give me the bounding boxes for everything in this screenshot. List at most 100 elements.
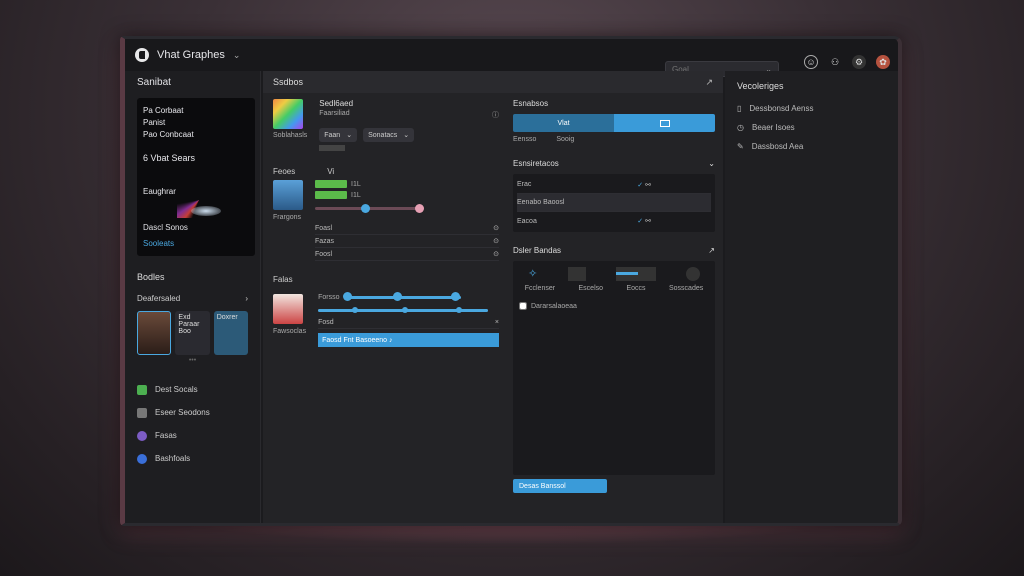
slider-knob[interactable] [456, 307, 463, 313]
target-icon[interactable]: ⊙ [493, 250, 499, 258]
hero-line: Pao Conbcaat [143, 130, 194, 139]
settings-icon[interactable]: ⚙ [852, 55, 866, 69]
connect-title: Esnsiretacos [513, 159, 559, 168]
connect-row[interactable]: Eenabo Baoosl [517, 194, 711, 212]
expand-icon[interactable]: ↗ [708, 246, 715, 255]
image-icon[interactable] [567, 267, 586, 281]
connect-row[interactable]: Erac ✓ ⚯ [517, 176, 711, 194]
slider-knob[interactable] [352, 307, 359, 313]
check-icon[interactable]: ✓ [637, 182, 643, 189]
option-checkbox[interactable] [519, 302, 527, 310]
group-icon[interactable]: ⚇ [828, 55, 842, 69]
check-icon[interactable]: ✓ [637, 218, 643, 225]
sidebar-title: Sanibat [137, 77, 171, 88]
blend-dropdown[interactable]: Faan ⌄ [319, 128, 358, 142]
connect-row[interactable]: Eacoa ✓ ⚯ [517, 212, 711, 230]
right-item-label: Beaer Isoes [751, 123, 795, 132]
subsection-row[interactable]: Deafersaled › [137, 294, 248, 303]
fades-caption: Fawsoclas [273, 328, 307, 335]
expand-icon[interactable]: ↗ [705, 77, 713, 88]
slider-knob[interactable] [393, 292, 403, 301]
color-header: Dsler Bandas ↗ [513, 246, 715, 255]
sidebar-item[interactable]: Eseer Seodons [137, 401, 248, 424]
target-icon[interactable]: ⊙ [493, 224, 499, 232]
right-list-item[interactable]: ▯ Dessbonsd Aenss [737, 99, 895, 118]
sidebar-item[interactable]: Bashfoals [137, 447, 248, 470]
properties-column: Esnabsos Vlat Eensso Sooig Esnsiretacos … [513, 99, 715, 493]
smiley-icon[interactable]: ☺ [804, 55, 818, 69]
target-icon[interactable]: ⊙ [493, 237, 499, 245]
portrait-thumbnail[interactable] [273, 180, 303, 210]
card[interactable]: Doxrer [213, 311, 248, 355]
layer-subtitle: Faarsiliad [319, 110, 350, 117]
title-bar: Vhat Graphes ⌄ [125, 39, 898, 71]
right-title: Vecoleriges [737, 81, 784, 91]
mode-dropdown[interactable]: Sonatacs ⌄ [363, 128, 415, 142]
avatar-thumbnail[interactable] [273, 294, 303, 324]
tab-vlat[interactable]: Vlat [513, 114, 614, 132]
hero-item[interactable]: Dascl Sonos [143, 223, 188, 232]
apply-button[interactable]: Desas Banssol [513, 479, 607, 493]
property-row[interactable]: Fosd × [318, 316, 499, 329]
right-panel: Vecoleriges ▯ Dessbonsd Aenss ◷ Beaer Is… [725, 71, 901, 523]
paw-icon[interactable] [685, 267, 700, 281]
hero-line: Pa Corbaat [143, 106, 184, 115]
info-icon[interactable]: ⓘ [492, 110, 499, 120]
hero-card[interactable]: Pa Corbaat Panist Pao Conbcaat 6 Vbat Se… [137, 98, 255, 256]
color-slider[interactable] [615, 267, 656, 281]
property-row[interactable]: Foosl ⊙ [315, 248, 499, 261]
connect-box: Erac ✓ ⚯ Eenabo Baoosl Eacoa ✓ ⚯ [513, 174, 715, 232]
main-panel: Ssdbos ↗ Soblahasls Sedl6aed Faarsiliad … [263, 71, 723, 523]
slider-knob[interactable] [361, 204, 370, 213]
mini-strip [319, 145, 346, 151]
slider-fill [345, 296, 462, 299]
portrait-card[interactable] [137, 311, 172, 355]
hero-link[interactable]: Sooleats [143, 239, 174, 248]
slider-knob[interactable] [343, 292, 353, 301]
keyframe-slider[interactable] [343, 292, 462, 301]
slider-knob[interactable] [402, 307, 409, 313]
right-list-item[interactable]: ◷ Beaer Isoes [737, 118, 895, 137]
property-label: Foasl [315, 224, 333, 232]
hero-line: 6 Vbat Sears [143, 153, 196, 163]
connect-label: Eenabo Baoosl [517, 199, 565, 206]
subsection-label: Deafersaled [137, 294, 181, 303]
sidebar-item[interactable]: Fasas [137, 424, 248, 447]
property-row[interactable]: Foasl ⊙ [315, 222, 499, 235]
selected-row[interactable]: Faosd Fnt Basoeeno ♪ [318, 333, 499, 347]
tool-label: Sosscades [669, 285, 704, 292]
chevron-down-icon[interactable]: ⌄ [708, 159, 715, 168]
tab-display[interactable] [614, 114, 715, 132]
card[interactable]: Exd Paraar Boo [175, 311, 210, 355]
sidebar-item[interactable]: Dest Socals [137, 378, 248, 401]
thumb-caption: Soblahasls [273, 132, 308, 139]
tool-icon [137, 407, 147, 418]
tool-label: Eoccs [626, 285, 646, 292]
checkbox-row[interactable]: Dararsalaoeaa [519, 302, 709, 310]
right-list-item[interactable]: ✎ Dassbosd Aea [737, 137, 895, 156]
props-caption: Frargons [273, 214, 302, 221]
sidebar-item-label: Dest Socals [155, 385, 198, 394]
style-sub[interactable]: Eensso [513, 136, 536, 143]
slider-knob[interactable] [415, 204, 424, 213]
wand-icon[interactable]: ✧ [528, 267, 537, 281]
styles-title: Esnabsos [513, 99, 549, 108]
slider-fill [615, 272, 638, 275]
close-icon[interactable]: × [495, 319, 499, 326]
style-sub[interactable]: Sooig [556, 136, 574, 143]
bars-label: Feoes [273, 167, 296, 176]
right-item-label: Dassbosd Aea [751, 142, 804, 151]
color-box: ✧ Fcclenser Escelso Eoccs Sosscades Dara… [513, 261, 715, 475]
color-tools: ✧ [513, 261, 715, 281]
title-chevron-icon[interactable]: ⌄ [233, 50, 241, 61]
chevron-down-icon: ⌄ [403, 132, 410, 139]
chevron-right-icon: › [245, 294, 248, 303]
property-row[interactable]: Fazas ⊙ [315, 235, 499, 248]
slider-knob[interactable] [451, 292, 461, 301]
layer-thumbnail[interactable] [273, 99, 303, 129]
vertical-scrollbar[interactable] [898, 127, 901, 211]
avatar-icon[interactable]: ✿ [876, 55, 890, 69]
range-slider[interactable] [315, 204, 424, 213]
timeline-slider[interactable] [318, 307, 489, 313]
app-title: Vhat Graphes [157, 49, 225, 61]
